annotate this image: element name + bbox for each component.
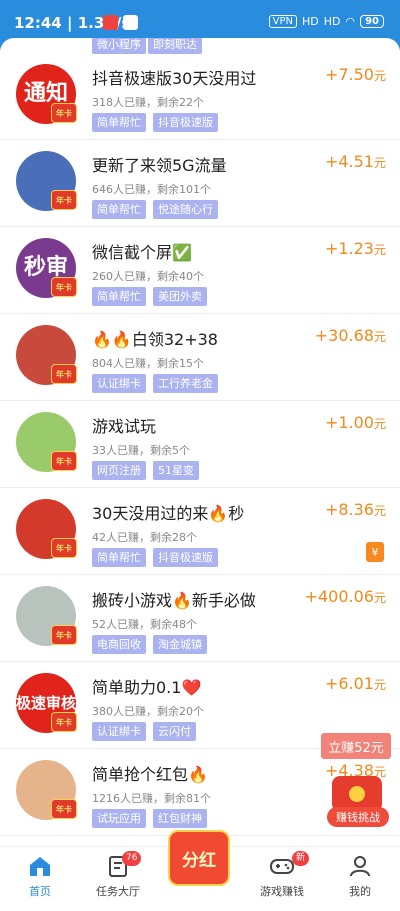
task-tag: 悦途随心行 — [153, 200, 218, 219]
task-row[interactable]: 年卡 搬砖小游戏🔥新手必做 52人已赚，剩余48个 电商回收 淘金城镇 +400… — [0, 575, 400, 662]
annual-card-badge: 年卡 — [51, 538, 77, 558]
task-title: 简单抢个红包🔥 — [92, 765, 208, 784]
task-tag: 云闪付 — [153, 722, 196, 741]
yen-icon: ¥ — [366, 542, 384, 562]
task-title: 微信截个屏✅ — [92, 243, 192, 262]
task-row[interactable]: 年卡 游戏试玩 33人已赚，剩余5个 网页注册 51星变 +1.00元 — [0, 401, 400, 488]
task-tag: 51星变 — [153, 461, 199, 480]
task-meta: 380人已赚，剩余20个 — [92, 705, 204, 718]
task-tag: 电商回收 — [92, 635, 146, 654]
task-tag: 网页注册 — [92, 461, 146, 480]
task-row[interactable]: 通知 年卡 抖音极速版30天没用过 318人已赚，剩余22个 简单帮忙 抖音极速… — [0, 53, 400, 140]
task-reward: +30.68元 — [314, 326, 386, 345]
home-icon — [30, 857, 50, 876]
task-reward: +1.00元 — [324, 413, 386, 432]
task-reward: +6.01元 — [324, 674, 386, 693]
signal-icon: HD — [301, 15, 319, 28]
task-meta: 52人已赚，剩余48个 — [92, 618, 197, 631]
task-tag: 抖音极速版 — [153, 548, 218, 567]
task-title: 🔥🔥白领32+38 — [92, 330, 218, 349]
task-list: 微小程序 即刻职达 通知 年卡 抖音极速版30天没用过 318人已赚，剩余22个… — [0, 38, 400, 846]
task-meta: 33人已赚，剩余5个 — [92, 444, 190, 457]
task-reward: +1.23元 — [324, 239, 386, 258]
annual-card-badge: 年卡 — [51, 190, 77, 210]
task-title: 30天没用过的来🔥秒 — [92, 504, 245, 523]
task-reward: +4.51元 — [324, 152, 386, 171]
task-row[interactable]: 秒审 年卡 微信截个屏✅ 260人已赚，剩余40个 简单帮忙 美团外卖 +1.2… — [0, 227, 400, 314]
task-tag: 简单帮忙 — [92, 200, 146, 219]
annual-card-badge: 年卡 — [51, 451, 77, 471]
task-row[interactable]: 年卡 🔥🔥白领32+38 804人已赚，剩余15个 认证绑卡 工行养老金 +30… — [0, 314, 400, 401]
task-meta: 42人已赚，剩余28个 — [92, 531, 197, 544]
earn-challenge-button[interactable]: 赚钱挑战 — [327, 807, 389, 827]
task-row[interactable]: 年卡 30天没用过的来🔥秒 42人已赚，剩余28个 简单帮忙 抖音极速版 +8.… — [0, 488, 400, 575]
tab-badge: 76 — [122, 851, 142, 866]
task-tag: 抖音极速版 — [153, 113, 218, 132]
annual-card-badge: 年卡 — [51, 364, 77, 384]
task-tag: 简单帮忙 — [92, 548, 146, 567]
wifi-icon: ◠ — [345, 15, 356, 28]
task-meta: 804人已赚，剩余15个 — [92, 357, 204, 370]
annual-card-badge: 年卡 — [51, 103, 77, 123]
task-reward: +400.06元 — [304, 587, 386, 606]
notification-icon — [123, 15, 138, 30]
task-reward: +7.50元 — [324, 65, 386, 84]
tab-task-hall[interactable]: 任务大厅 76 — [78, 851, 158, 899]
dividend-button[interactable]: 分红 — [168, 830, 230, 886]
task-tag: 红包财神 — [153, 809, 207, 828]
task-meta: 1216人已赚，剩余81个 — [92, 792, 211, 805]
task-reward: +8.36元 — [324, 500, 386, 519]
notification-icon — [103, 15, 118, 30]
task-tag: 简单帮忙 — [92, 287, 146, 306]
task-meta: 260人已赚，剩余40个 — [92, 270, 204, 283]
battery-icon: 90 — [360, 15, 384, 28]
task-title: 抖音极速版30天没用过 — [92, 69, 257, 88]
task-title: 游戏试玩 — [92, 417, 157, 436]
task-title: 简单助力0.1❤️ — [92, 678, 202, 697]
tab-home[interactable]: 首页 — [0, 855, 80, 899]
task-tag: 认证绑卡 — [92, 374, 146, 393]
tab-profile[interactable]: 我的 — [320, 855, 400, 899]
task-tag: 淘金城镇 — [153, 635, 207, 654]
tab-game-earn[interactable]: 游戏赚钱 新 — [242, 851, 322, 899]
task-meta: 646人已赚，剩余101个 — [92, 183, 211, 196]
task-tag: 微小程序 — [92, 38, 146, 54]
annual-card-badge: 年卡 — [51, 277, 77, 297]
user-icon — [350, 856, 370, 877]
tab-badge: 新 — [292, 851, 310, 866]
vpn-icon: VPN — [268, 15, 297, 28]
task-tag: 即刻职达 — [148, 38, 202, 54]
task-tag: 试玩应用 — [92, 809, 146, 828]
gamepad-icon — [270, 859, 294, 874]
task-tag: 工行养老金 — [153, 374, 218, 393]
task-title: 更新了来领5G流量 — [92, 156, 227, 175]
task-title: 搬砖小游戏🔥新手必做 — [92, 591, 256, 610]
annual-card-badge: 年卡 — [51, 712, 77, 732]
annual-card-badge: 年卡 — [51, 625, 77, 645]
annual-card-badge: 年卡 — [51, 799, 77, 819]
task-tag: 认证绑卡 — [92, 722, 146, 741]
promo-earn-button[interactable]: 立赚52元 — [321, 733, 391, 759]
task-meta: 318人已赚，剩余22个 — [92, 96, 204, 109]
task-tag: 美团外卖 — [153, 287, 207, 306]
task-tag: 简单帮忙 — [92, 113, 146, 132]
task-row[interactable]: 年卡 更新了来领5G流量 646人已赚，剩余101个 简单帮忙 悦途随心行 +4… — [0, 140, 400, 227]
signal-icon: HD — [323, 15, 341, 28]
list-item[interactable]: 微小程序 即刻职达 — [0, 38, 400, 54]
